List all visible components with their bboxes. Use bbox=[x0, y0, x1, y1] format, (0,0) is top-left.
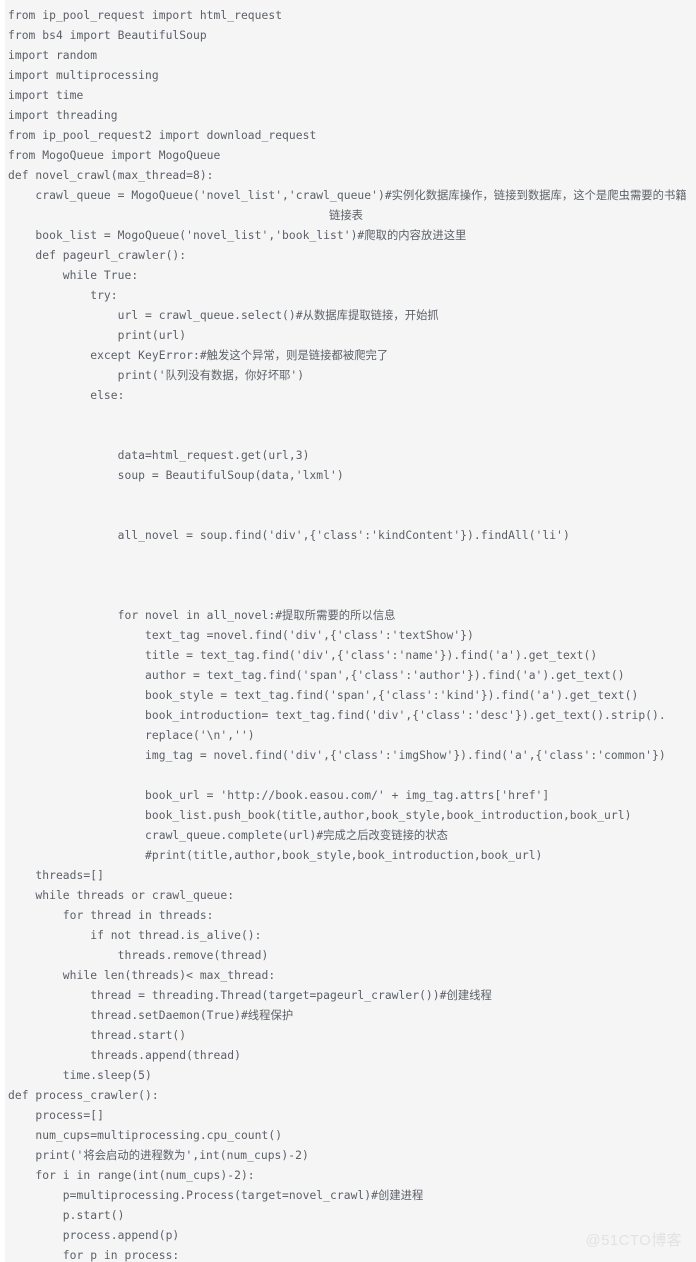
code-line: soup = BeautifulSoup(data,'lxml') bbox=[8, 469, 344, 482]
code-listing: from ip_pool_request import html_request… bbox=[8, 6, 696, 1262]
code-line: if not thread.is_alive(): bbox=[8, 929, 262, 942]
code-line: from ip_pool_request import html_request bbox=[8, 9, 283, 22]
code-line: while threads or crawl_queue: bbox=[8, 889, 235, 902]
code-line: url = crawl_queue.select()#从数据库提取链接，开始抓 bbox=[8, 309, 439, 322]
code-line: 链接表 bbox=[328, 209, 364, 222]
code-line: def process_crawler(): bbox=[8, 1089, 159, 1102]
code-line: except KeyError:#触发这个异常，则是链接都被爬完了 bbox=[8, 349, 389, 362]
code-line: img_tag = novel.find('div',{'class':'img… bbox=[8, 749, 666, 762]
code-line: replace('\n','') bbox=[8, 729, 255, 742]
code-line: p=multiprocessing.Process(target=novel_c… bbox=[8, 1189, 424, 1202]
code-line: while len(threads)< max_thread: bbox=[8, 969, 276, 982]
code-line: time.sleep(5) bbox=[8, 1069, 152, 1082]
code-line: threads.append(thread) bbox=[8, 1049, 241, 1062]
code-line: from ip_pool_request2 import download_re… bbox=[8, 129, 317, 142]
code-line: thread.setDaemon(True)#线程保护 bbox=[8, 1009, 294, 1022]
code-line: book_list.push_book(title,author,book_st… bbox=[8, 809, 632, 822]
code-line: for novel in all_novel:#提取所需要的所以信息 bbox=[8, 609, 396, 622]
code-line: crawl_queue = MogoQueue('novel_list','cr… bbox=[8, 189, 687, 202]
code-line: book_list = MogoQueue('novel_list','book… bbox=[8, 229, 467, 242]
code-line: author = text_tag.find('span',{'class':'… bbox=[8, 669, 625, 682]
code-line: print('将会启动的进程数为',int(num_cups)-2) bbox=[8, 1149, 309, 1162]
code-line: from bs4 import BeautifulSoup bbox=[8, 29, 207, 42]
code-line: data=html_request.get(url,3) bbox=[8, 449, 310, 462]
code-line: else: bbox=[8, 389, 125, 402]
code-line: thread.start() bbox=[8, 1029, 187, 1042]
code-line: import threading bbox=[8, 109, 118, 122]
code-line: all_novel = soup.find('div',{'class':'ki… bbox=[8, 529, 570, 542]
code-line: for p in process: bbox=[8, 1249, 180, 1262]
code-line: while True: bbox=[8, 269, 139, 282]
code-line: crawl_queue.complete(url)#完成之后改变链接的状态 bbox=[8, 829, 448, 842]
code-line: book_style = text_tag.find('span',{'clas… bbox=[8, 689, 639, 702]
code-line: try: bbox=[8, 289, 118, 302]
code-line: from MogoQueue import MogoQueue bbox=[8, 149, 221, 162]
code-line: import random bbox=[8, 49, 98, 62]
code-line: print(url) bbox=[8, 329, 187, 342]
code-line: title = text_tag.find('div',{'class':'na… bbox=[8, 649, 598, 662]
code-line: threads.remove(thread) bbox=[8, 949, 269, 962]
code-line: #print(title,author,book_style,book_intr… bbox=[8, 849, 543, 862]
code-line: import multiprocessing bbox=[8, 69, 159, 82]
code-line: for thread in threads: bbox=[8, 909, 214, 922]
code-line: text_tag =novel.find('div',{'class':'tex… bbox=[8, 629, 474, 642]
code-line: def novel_crawl(max_thread=8): bbox=[8, 169, 214, 182]
code-line: process=[] bbox=[8, 1109, 104, 1122]
code-line: def pageurl_crawler(): bbox=[8, 249, 187, 262]
code-line: for i in range(int(num_cups)-2): bbox=[8, 1169, 255, 1182]
code-line: p.start() bbox=[8, 1209, 125, 1222]
code-line: book_url = 'http://book.easou.com/' + im… bbox=[8, 789, 550, 802]
code-line: threads=[] bbox=[8, 869, 104, 882]
code-screenshot-page: from ip_pool_request import html_request… bbox=[0, 0, 696, 1262]
code-line: import time bbox=[8, 89, 84, 102]
code-line: book_introduction= text_tag.find('div',{… bbox=[8, 709, 666, 722]
code-line: print('队列没有数据，你好坏耶') bbox=[8, 369, 305, 382]
code-line: thread = threading.Thread(target=pageurl… bbox=[8, 989, 492, 1002]
code-line: process.append(p) bbox=[8, 1229, 180, 1242]
code-line: num_cups=multiprocessing.cpu_count() bbox=[8, 1129, 283, 1142]
